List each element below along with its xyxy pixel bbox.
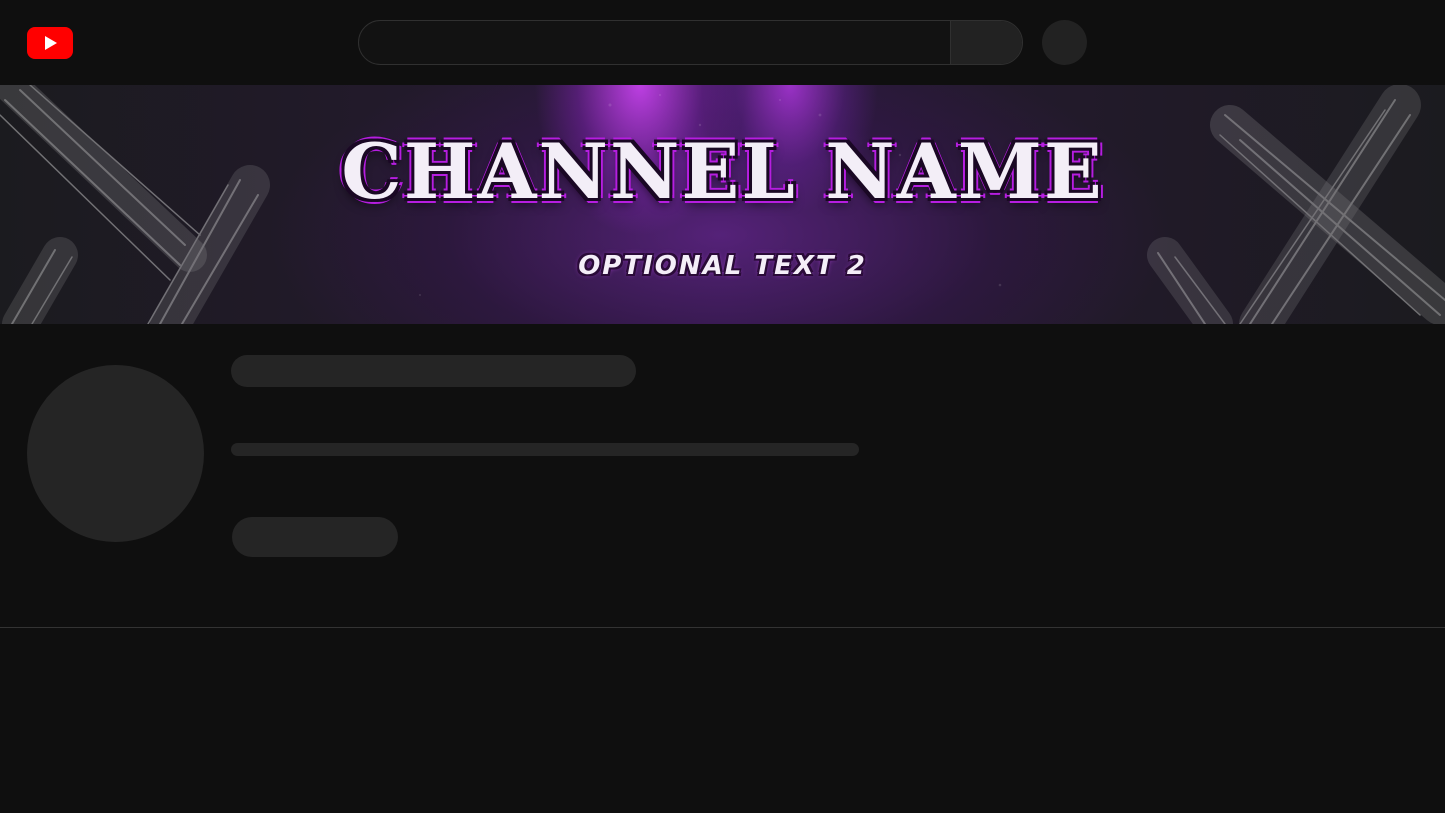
subscribe-button-placeholder[interactable] [232,517,398,557]
channel-avatar[interactable] [27,365,204,542]
banner-channel-name: CHANNEL NAME [341,127,1104,216]
top-bar [0,0,1445,85]
channel-meta-placeholder [231,443,859,456]
search-button[interactable] [950,21,1022,64]
search-input[interactable] [359,21,951,64]
youtube-logo-icon[interactable] [27,27,73,59]
account-avatar[interactable] [1042,20,1087,65]
search-bar [358,20,1023,65]
channel-banner: CHANNEL NAME OPTIONAL TEXT 2 [0,85,1445,324]
channel-name-placeholder [231,355,636,387]
youtube-channel-page: CHANNEL NAME OPTIONAL TEXT 2 [0,0,1445,813]
play-icon [45,36,57,50]
banner-optional-text: OPTIONAL TEXT 2 [578,251,867,281]
tabs-divider [0,627,1445,628]
